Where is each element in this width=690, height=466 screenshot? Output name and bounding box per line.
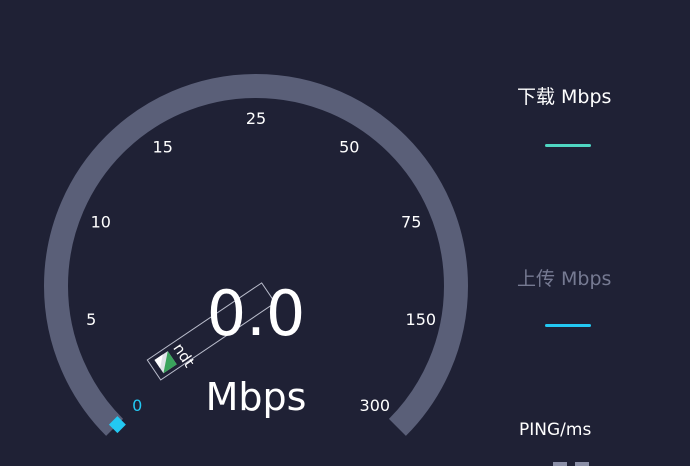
gauge-tick-label: 25 [246, 109, 266, 128]
speed-gauge: 051015255075150300 ndt 0.0 Mbps [44, 73, 468, 436]
gauge-value: 0.0 [207, 277, 306, 350]
gauge-tick-label: 5 [86, 310, 96, 329]
download-label: 下载 Mbps [517, 86, 612, 108]
gauge-tick-label: 150 [406, 310, 437, 329]
ping-label: PING/ms [519, 420, 592, 440]
gauge-tick-label: 15 [153, 137, 173, 156]
gauge-unit: Mbps [206, 375, 307, 419]
ping-value-placeholder [553, 462, 567, 466]
gauge-tick-label: 10 [91, 213, 111, 232]
gauge-tick-label: 300 [360, 396, 391, 415]
ping-value-placeholder [575, 462, 589, 466]
gauge-tick-label: 0 [132, 396, 142, 415]
upload-indicator-line [545, 324, 591, 327]
gauge-ticks: 0 5 10 15 25 50 75 150 300 [86, 109, 436, 415]
upload-label: 上传 Mbps [517, 268, 612, 290]
gauge-tick-label: 75 [401, 213, 421, 232]
download-indicator-line [545, 144, 591, 147]
gauge-tick-label: 50 [339, 137, 359, 156]
